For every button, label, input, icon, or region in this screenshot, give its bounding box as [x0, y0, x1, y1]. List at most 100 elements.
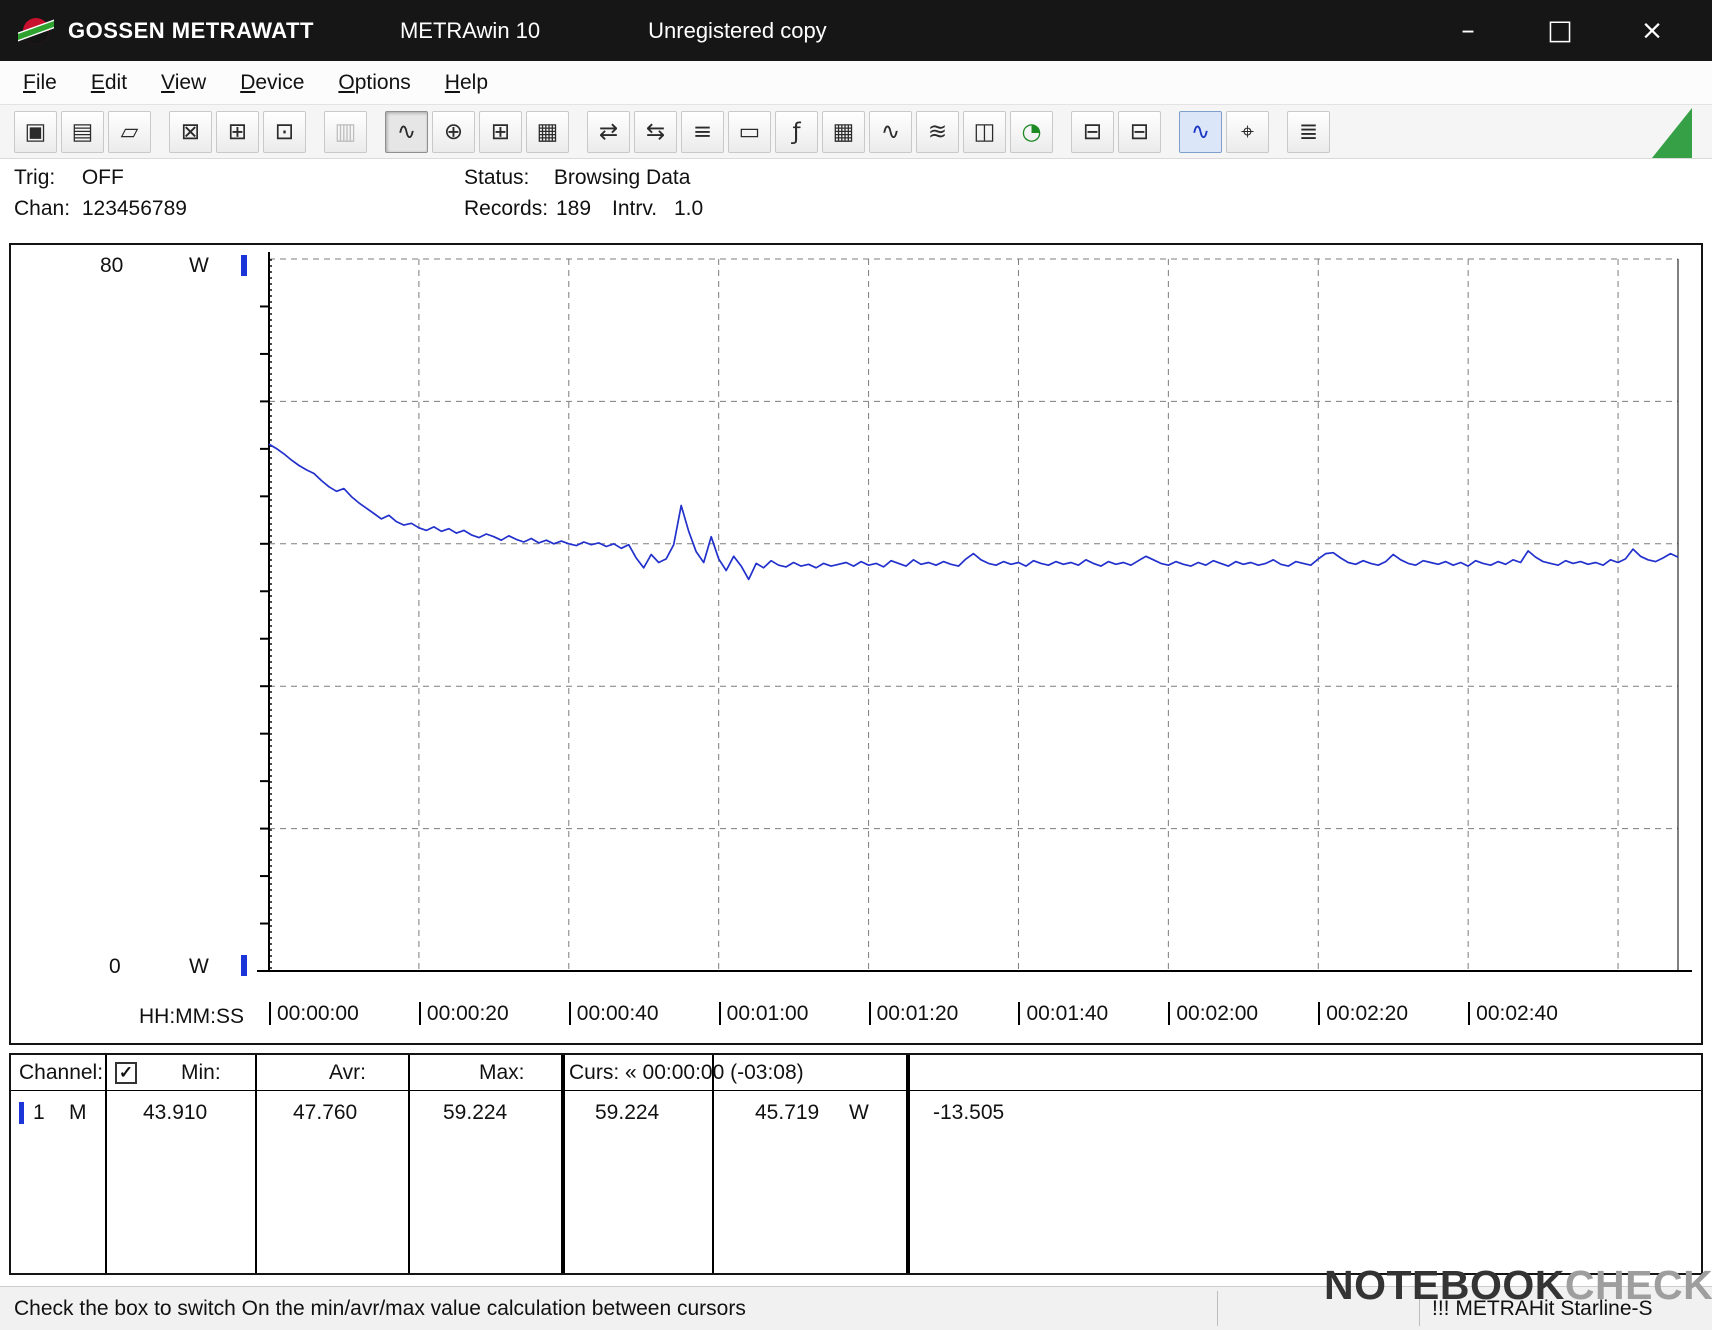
open-folder-icon: ▱	[120, 118, 139, 145]
floppy-edit-icon: ▤	[71, 118, 94, 145]
table-header-min: Min:	[181, 1061, 221, 1084]
zoom-signal-button[interactable]: ∿	[1179, 110, 1222, 153]
status-label: Status:	[464, 166, 530, 189]
zoom-waveform-icon: ∿	[1190, 118, 1211, 145]
zoom-search-button[interactable]: ⌖	[1226, 110, 1269, 153]
channel-row-marker	[19, 1102, 24, 1124]
annotation-button[interactable]: ≣	[1287, 110, 1330, 153]
table-view-button[interactable]: ⊞	[479, 110, 522, 153]
waveform-large-button[interactable]: ≋	[916, 110, 959, 153]
status-bar-message: Check the box to switch On the min/avr/m…	[14, 1297, 746, 1320]
menu-item-help[interactable]: Help	[428, 61, 505, 104]
stopwatch-icon: ◔	[1021, 118, 1042, 145]
print-preview-icon: ⊟	[1082, 118, 1103, 145]
close-button[interactable]: ×	[1606, 3, 1698, 59]
titlebar-license: Unregistered copy	[648, 17, 827, 43]
y-axis-unit-top: W	[189, 254, 209, 277]
toolbar-separator	[155, 111, 169, 153]
histogram-view-button[interactable]: ▦	[526, 110, 569, 153]
save-button[interactable]: ▣	[14, 110, 57, 153]
export-box-icon: ⊠	[180, 118, 201, 145]
minimize-button[interactable]: –	[1422, 3, 1514, 59]
toolbar-separator	[1057, 111, 1071, 153]
monitor-button[interactable]: ▭	[728, 110, 771, 153]
chan-label: Chan:	[14, 197, 71, 220]
table-separator	[408, 1055, 410, 1273]
channel-select-button[interactable]: ≡	[681, 110, 724, 153]
titlebar: GOSSEN METRAWATT METRAwin 10 Unregistere…	[0, 0, 1712, 61]
table-header-max: Max:	[479, 1061, 525, 1084]
numeric-display-button[interactable]: ▥	[324, 110, 367, 153]
menu-bar: File Edit View Device Options Help	[0, 61, 1712, 105]
toolbar-separator	[573, 111, 587, 153]
window-controls: – □ ×	[1422, 3, 1698, 59]
min-value: 43.910	[143, 1101, 208, 1124]
app-logo-icon	[18, 17, 54, 44]
interval-label: Intrv.	[612, 197, 658, 220]
function-button[interactable]: ƒ	[775, 110, 818, 153]
print-preview-button[interactable]: ⊟	[1071, 110, 1114, 153]
waveform-small-button[interactable]: ∿	[869, 110, 912, 153]
histogram-icon: ▦	[536, 118, 559, 145]
menu-item-edit[interactable]: Edit	[74, 61, 144, 104]
line-chart-view-button[interactable]: ∿	[385, 110, 428, 153]
timer-button[interactable]: ◔	[1010, 110, 1053, 153]
y-axis-min-label: 0	[109, 955, 121, 978]
y-axis-unit-bottom: W	[189, 955, 209, 978]
print-button[interactable]: ⊟	[1118, 110, 1161, 153]
status-panel: Trig: OFF Chan: 123456789 Status: Browsi…	[0, 162, 1712, 240]
save-as-button[interactable]: ▤	[61, 110, 104, 153]
power-series-line	[268, 443, 1679, 581]
zoom-lens-icon: ⌖	[1241, 118, 1254, 145]
delta-value: -13.505	[933, 1101, 1005, 1124]
device-read-icon: ⇆	[645, 118, 666, 145]
titlebar-app-name: METRAwin 10	[399, 17, 541, 43]
note-icon: ≣	[1298, 118, 1319, 145]
waveform-narrow-icon: ∿	[880, 118, 901, 145]
power-line-chart[interactable]	[11, 245, 1701, 1043]
data-logger-button[interactable]: ◫	[963, 110, 1006, 153]
channel-marker-top	[241, 255, 247, 276]
records-value: 189	[556, 197, 592, 220]
channel-number: 1	[33, 1101, 45, 1124]
channel-marker-bottom	[241, 955, 247, 976]
delete-data-button[interactable]: ⊞	[216, 110, 259, 153]
titlebar-brand: GOSSEN METRAWATT	[68, 17, 314, 43]
import-data-button[interactable]: ⊡	[263, 110, 306, 153]
toolbar-separator	[310, 111, 324, 153]
metrawin-window: GOSSEN METRAWATT METRAwin 10 Unregistere…	[0, 0, 1712, 1330]
chart-frame: 80 W 0 W HH:MM:SS 00:00:00 00:00:20 00:00:…	[9, 243, 1703, 1045]
menu-item-options[interactable]: Options	[321, 61, 427, 104]
device-settings-button[interactable]: ⇄	[587, 110, 630, 153]
min-avr-max-checkbox[interactable]: ✓	[115, 1062, 137, 1084]
menu-item-device[interactable]: Device	[223, 61, 321, 104]
xy-view-button[interactable]: ⊕	[432, 110, 475, 153]
trig-value: OFF	[81, 166, 124, 189]
maximize-button[interactable]: □	[1514, 3, 1606, 59]
table-separator	[105, 1055, 107, 1273]
monitor-icon: ▭	[738, 118, 761, 145]
export-data-button[interactable]: ⊠	[169, 110, 212, 153]
watermark-text-light: CHECK	[1564, 1261, 1712, 1308]
corner-triangle-icon	[1652, 108, 1692, 158]
device-transfer-icon: ⇄	[598, 118, 619, 145]
menu-item-view[interactable]: View	[144, 61, 223, 104]
toolbar-separator	[1273, 111, 1287, 153]
calculator-button[interactable]: ▦	[822, 110, 865, 153]
menu-item-file[interactable]: File	[6, 61, 74, 104]
max-value: 59.224	[443, 1101, 508, 1124]
line-chart-icon: ∿	[396, 118, 417, 145]
printer-icon: ⊟	[1129, 118, 1150, 145]
channel-mode: M	[69, 1101, 87, 1124]
table-header-cursor: Curs: « 00:00:00 (-03:08)	[569, 1061, 804, 1084]
calculator-icon: ▦	[832, 118, 855, 145]
device-read-button[interactable]: ⇆	[634, 110, 677, 153]
open-button[interactable]: ▱	[108, 110, 151, 153]
cursor-a-value: 59.224	[595, 1101, 660, 1124]
table-header-channel: Channel:	[19, 1061, 104, 1084]
y-axis-max-label: 80	[100, 254, 124, 277]
table-separator	[255, 1055, 257, 1273]
cursor-value-unit: W	[849, 1101, 869, 1124]
table-header-divider	[11, 1090, 1701, 1091]
x-axis-label: HH:MM:SS	[139, 1005, 244, 1028]
